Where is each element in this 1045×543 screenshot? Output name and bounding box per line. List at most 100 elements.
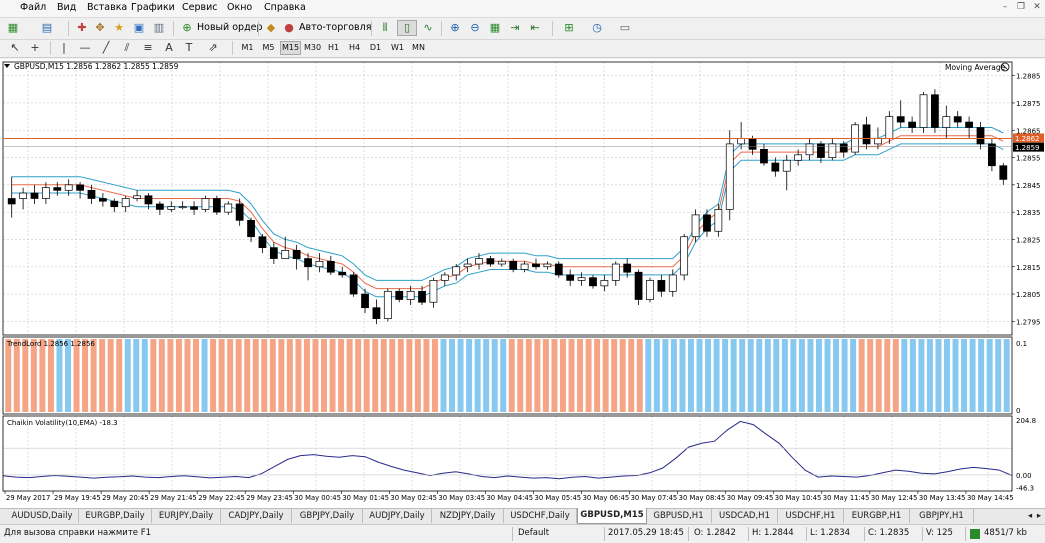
bear-candle (338, 271, 347, 276)
timeframe-m5[interactable]: M5 (259, 41, 278, 55)
tab-cadjpy-daily[interactable]: CADJPY,Daily (221, 509, 292, 523)
timeframe-h4[interactable]: H4 (345, 41, 364, 55)
tab-audjpy-daily[interactable]: AUDJPY,Daily (363, 509, 432, 523)
channel-icon[interactable]: ⫽ (118, 40, 136, 55)
bull-candle (383, 290, 392, 319)
tab-eurgbp-h1[interactable]: EURGBP,H1 (844, 509, 910, 523)
candlestick-chart-icon[interactable]: ▯ (397, 20, 417, 36)
profiles-icon[interactable]: ▤ (38, 20, 56, 36)
tab-usdchf-h1[interactable]: USDCHF,H1 (778, 509, 844, 523)
zoom-plus-chart-icon[interactable]: ✚ (73, 20, 91, 36)
trendlord-bar-up (670, 339, 677, 412)
tab-usdcad-h1[interactable]: USDCAD,H1 (712, 509, 778, 523)
trendlord-bar-down (389, 339, 396, 412)
fibonacci-icon[interactable]: ≡ (139, 40, 157, 55)
menu-view[interactable]: Вид (57, 2, 76, 13)
tab-usdchf-daily[interactable]: USDCHF,Daily (504, 509, 577, 523)
zoom-in-icon[interactable]: ⊕ (446, 20, 464, 36)
tab-gbpjpy-daily[interactable]: GBPJPY,Daily (292, 509, 363, 523)
zoom-out-icon[interactable]: ⊖ (466, 20, 484, 36)
trendlord-bar-down (585, 339, 592, 412)
label-icon[interactable]: T (180, 40, 198, 55)
trendlord-bar-down (321, 339, 328, 412)
menu-window[interactable]: Окно (227, 2, 252, 13)
periods-icon[interactable]: ◷ (588, 20, 606, 36)
timeframe-m15[interactable]: M15 (280, 41, 301, 55)
trendlord-bar-down (158, 339, 165, 412)
chart-window[interactable]: 1.2885 1.2875 1.2865 1.2855 1.2845 1.2835 1.28… (0, 59, 1045, 508)
menu-file[interactable]: Файл (20, 2, 46, 13)
chart-dropdown-icon[interactable] (4, 64, 10, 68)
auto-trading-button[interactable]: Авто-торговля (299, 20, 371, 36)
tab-audusd-daily[interactable]: AUDUSD,Daily (6, 509, 79, 523)
bull-candle (497, 260, 506, 265)
templates-icon[interactable]: ▭ (616, 20, 634, 36)
tab-scroll-right-icon[interactable]: ▸ (1035, 509, 1043, 523)
menu-insert[interactable]: Вставка (87, 2, 127, 13)
timeframe-m30[interactable]: M30 (303, 41, 322, 55)
trendlord-bar-up (961, 339, 968, 412)
timeframe-mn[interactable]: MN (409, 41, 428, 55)
crosshair-icon[interactable]: + (26, 40, 44, 55)
auto-scroll-icon[interactable]: ⇥ (506, 20, 524, 36)
vertical-line-icon[interactable]: | (55, 40, 73, 55)
trendlord-bar-down (218, 339, 225, 412)
bull-candle (805, 143, 814, 156)
minimize-icon[interactable]: – (998, 1, 1012, 14)
trendline-icon[interactable]: ╱ (97, 40, 115, 55)
tab-scroll-left-icon[interactable]: ◂ (1026, 509, 1034, 523)
chart-shift-icon[interactable]: ⇤ (526, 20, 544, 36)
chart-canvas[interactable]: 1.28851.28751.28651.28551.28451.28351.28… (0, 59, 1045, 508)
cursor-icon[interactable]: ↖ (6, 40, 24, 55)
indicators-icon[interactable]: ⊞ (560, 20, 578, 36)
bull-candle (429, 280, 438, 303)
new-chart-icon[interactable]: ▦ (4, 20, 22, 36)
drawing-toolbar: ↖ + | — ╱ ⫽ ≡ A T ⇗ M1 M5 M15 M30 H1 H4 … (0, 40, 1045, 58)
timeframe-w1[interactable]: W1 (388, 41, 407, 55)
new-order-icon[interactable]: ⊕ (178, 20, 196, 36)
menu-help[interactable]: Справка (264, 2, 306, 13)
new-order-button[interactable]: Новый ордер (197, 20, 263, 36)
menu-tools[interactable]: Сервис (182, 2, 218, 13)
trendlord-bar-down (431, 339, 438, 412)
tab-eurjpy-daily[interactable]: EURJPY,Daily (152, 509, 221, 523)
bull-candle (440, 274, 449, 281)
tab-gbpjpy-h1[interactable]: GBPJPY,H1 (910, 509, 974, 523)
tab-gbpusd-h1[interactable]: GBPUSD,H1 (646, 509, 712, 523)
bear-candle (554, 263, 563, 276)
tester-icon[interactable]: ▥ (150, 20, 168, 36)
menu-charts[interactable]: Графики (131, 2, 175, 13)
trendlord-bar-down (82, 339, 89, 412)
line-chart-icon[interactable]: ∿ (419, 20, 437, 36)
bull-candle (64, 184, 73, 191)
terminal-icon[interactable]: ▣ (130, 20, 148, 36)
bar-chart-icon[interactable]: ⫴ (376, 20, 394, 36)
time-tick-label: 29 May 2017 (6, 494, 50, 502)
restore-icon[interactable]: ❐ (1014, 1, 1028, 14)
crosshair-move-icon[interactable]: ✥ (91, 20, 109, 36)
tab-gbpusd-m15[interactable]: GBPUSD,M15 (577, 508, 647, 524)
trendlord-label: TrendLord 1.2856 1.2856 (6, 340, 95, 348)
bull-candle (19, 192, 27, 199)
trendlord-bar-up (781, 339, 788, 412)
favorites-icon[interactable]: ★ (110, 20, 128, 36)
bear-candle (418, 290, 426, 303)
horizontal-line-icon[interactable]: — (76, 40, 94, 55)
close-icon[interactable]: ✕ (1030, 1, 1044, 14)
text-icon[interactable]: A (160, 40, 178, 55)
bear-candle (212, 198, 221, 213)
tab-eurgbp-daily[interactable]: EURGBP,Daily (79, 509, 152, 523)
tab-nzdjpy-daily[interactable]: NZDJPY,Daily (432, 509, 504, 523)
time-tick-label: 30 May 11:45 (823, 494, 870, 502)
timeframe-m1[interactable]: M1 (238, 41, 257, 55)
bull-candle (794, 154, 803, 161)
trendlord-bar-down (568, 339, 575, 412)
timeframe-h1[interactable]: H1 (324, 41, 343, 55)
trendlord-bar-down (90, 339, 97, 412)
trendlord-bar-down (534, 339, 541, 412)
tile-windows-icon[interactable]: ▦ (486, 20, 504, 36)
timeframe-d1[interactable]: D1 (366, 41, 385, 55)
auto-trading-icon[interactable]: ● (280, 20, 298, 36)
arrows-icon[interactable]: ⇗ (204, 40, 222, 55)
metaeditor-icon[interactable]: ◆ (262, 20, 280, 36)
